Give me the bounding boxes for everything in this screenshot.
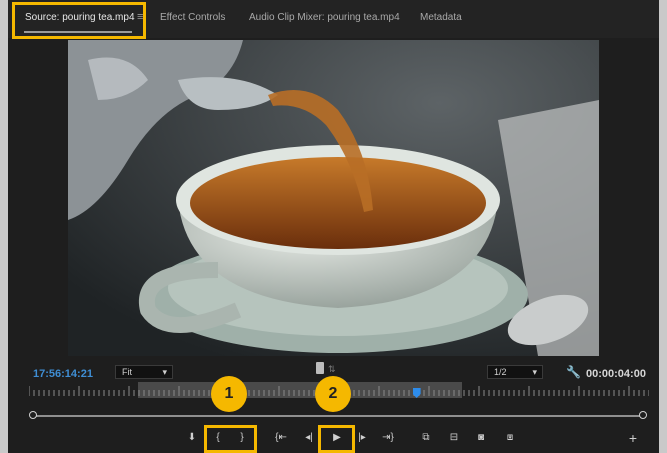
add-marker-button[interactable]: ⬇ — [184, 430, 200, 446]
marker-icon — [316, 362, 324, 374]
export-frame-camera-icon[interactable]: ◙ — [473, 430, 489, 446]
overwrite-button[interactable]: ⊟ — [446, 430, 462, 446]
chevron-down-icon: ▾ — [532, 367, 537, 377]
button-editor-plus-icon[interactable]: + — [625, 430, 641, 446]
go-to-in-button[interactable]: {⇤ — [273, 430, 289, 446]
resolution-value: 1/2 — [494, 367, 507, 377]
zoom-level-select[interactable]: Fit ▾ — [115, 365, 173, 379]
zoom-scroll-bar[interactable] — [33, 415, 643, 417]
callout-number-1: 1 — [211, 376, 247, 412]
tab-audio-clip-mixer[interactable]: Audio Clip Mixer: pouring tea.mp4 — [249, 12, 400, 23]
proxy-toggle-icon[interactable]: ⧆ — [502, 430, 518, 446]
current-timecode[interactable]: 17:56:14:21 — [33, 368, 93, 380]
settings-toggle-icon: ⇅ — [328, 364, 336, 374]
duration-timecode: 00:00:04:00 — [586, 368, 646, 380]
step-back-button[interactable]: ◂| — [301, 430, 317, 446]
callout-highlight-play — [318, 425, 355, 453]
video-preview — [68, 40, 599, 356]
step-forward-button[interactable]: |▸ — [354, 430, 370, 446]
chevron-down-icon: ▾ — [162, 367, 167, 377]
zoom-handle-right[interactable] — [639, 411, 647, 419]
video-frame-image — [68, 40, 599, 356]
callout-highlight-source-tab — [12, 2, 146, 39]
go-to-out-button[interactable]: ⇥} — [380, 430, 396, 446]
tab-metadata[interactable]: Metadata — [420, 12, 462, 23]
zoom-level-value: Fit — [122, 367, 132, 377]
callout-highlight-mark-in-out — [204, 425, 257, 453]
callout-number-2: 2 — [315, 376, 351, 412]
wrench-icon[interactable]: 🔧 — [566, 365, 581, 379]
zoom-handle-left[interactable] — [29, 411, 37, 419]
tab-effect-controls[interactable]: Effect Controls — [160, 12, 225, 23]
playback-resolution-select[interactable]: 1/2 ▾ — [487, 365, 543, 379]
insert-button[interactable]: ⧉ — [418, 430, 434, 446]
